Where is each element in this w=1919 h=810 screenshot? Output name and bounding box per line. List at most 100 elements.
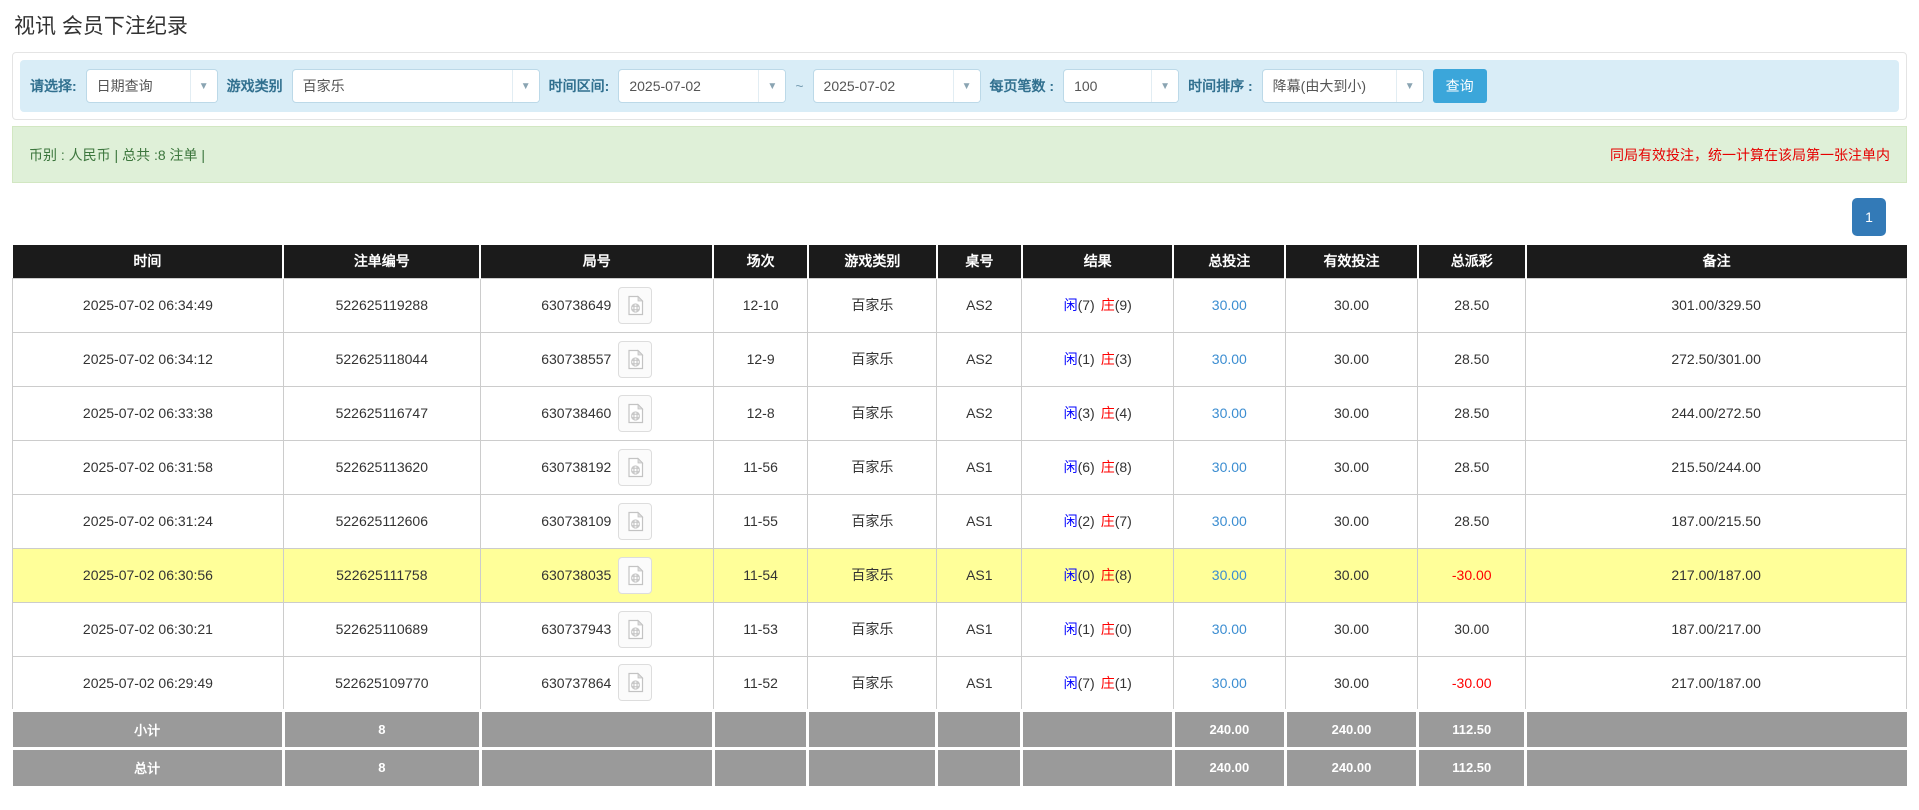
video-replay-button[interactable] bbox=[618, 503, 652, 540]
page-size-label: 每页笔数 : bbox=[990, 76, 1055, 96]
chevron-down-icon[interactable]: ▼ bbox=[512, 70, 539, 102]
header-total-bet: 总投注 bbox=[1173, 245, 1285, 278]
video-file-icon bbox=[626, 672, 645, 693]
result-player-label: 闲 bbox=[1064, 567, 1078, 583]
total-bet-link[interactable]: 30.00 bbox=[1212, 513, 1247, 529]
video-replay-button[interactable] bbox=[618, 341, 652, 378]
cell-result: 闲(2)庄(7) bbox=[1022, 494, 1174, 548]
video-replay-button[interactable] bbox=[618, 611, 652, 648]
empty-cell bbox=[1526, 748, 1907, 786]
total-bet-link[interactable]: 30.00 bbox=[1212, 459, 1247, 475]
subtotal-payout: 112.50 bbox=[1418, 710, 1526, 748]
date-from-select[interactable]: 2025-07-02 ▼ bbox=[618, 69, 786, 103]
table-row: 2025-07-02 06:34:12 522625118044 6307385… bbox=[13, 332, 1907, 386]
header-bet-id: 注单编号 bbox=[283, 245, 480, 278]
total-bet-link[interactable]: 30.00 bbox=[1212, 297, 1247, 313]
date-to-select[interactable]: 2025-07-02 ▼ bbox=[813, 69, 981, 103]
cell-session: 12-8 bbox=[713, 386, 808, 440]
cell-bet-id: 522625111758 bbox=[283, 548, 480, 602]
video-replay-button[interactable] bbox=[618, 557, 652, 594]
cell-game-type: 百家乐 bbox=[808, 440, 937, 494]
round-no-text: 630738557 bbox=[541, 351, 611, 367]
cell-table-no: AS1 bbox=[937, 440, 1022, 494]
page-size-select[interactable]: 100 ▼ bbox=[1063, 69, 1179, 103]
video-replay-button[interactable] bbox=[618, 449, 652, 486]
time-range-label: 时间区间: bbox=[549, 76, 610, 96]
chevron-down-icon[interactable]: ▼ bbox=[1151, 70, 1178, 102]
cell-game-type: 百家乐 bbox=[808, 494, 937, 548]
chevron-down-icon[interactable]: ▼ bbox=[758, 70, 785, 102]
cell-note: 217.00/187.00 bbox=[1526, 548, 1907, 602]
empty-cell bbox=[480, 710, 713, 748]
cell-game-type: 百家乐 bbox=[808, 656, 937, 710]
cell-valid-bet: 30.00 bbox=[1285, 656, 1418, 710]
result-player-number: (7) bbox=[1078, 297, 1095, 313]
round-no-text: 630738035 bbox=[541, 567, 611, 583]
video-file-icon bbox=[626, 619, 645, 640]
cell-note: 301.00/329.50 bbox=[1526, 278, 1907, 332]
cell-total-bet: 30.00 bbox=[1173, 494, 1285, 548]
cell-note: 272.50/301.00 bbox=[1526, 332, 1907, 386]
cell-round-no: 630737864 bbox=[480, 656, 713, 710]
cell-note: 244.00/272.50 bbox=[1526, 386, 1907, 440]
total-bet-link[interactable]: 30.00 bbox=[1212, 675, 1247, 691]
summary-note: 同局有效投注，统一计算在该局第一张注单内 bbox=[1610, 145, 1890, 165]
date-separator: ~ bbox=[795, 78, 803, 94]
total-bet-link[interactable]: 30.00 bbox=[1212, 351, 1247, 367]
cell-time: 2025-07-02 06:29:49 bbox=[13, 656, 284, 710]
table-row: 2025-07-02 06:33:38 522625116747 6307384… bbox=[13, 386, 1907, 440]
cell-bet-id: 522625119288 bbox=[283, 278, 480, 332]
query-type-select[interactable]: 日期查询 ▼ bbox=[86, 69, 218, 103]
total-bet-link[interactable]: 30.00 bbox=[1212, 405, 1247, 421]
cell-session: 11-56 bbox=[713, 440, 808, 494]
result-player-label: 闲 bbox=[1064, 675, 1078, 691]
cell-round-no: 630738192 bbox=[480, 440, 713, 494]
cell-valid-bet: 30.00 bbox=[1285, 278, 1418, 332]
sort-select[interactable]: 降幕(由大到小) ▼ bbox=[1262, 69, 1424, 103]
summary-currency-count: 币别 : 人民币 | 总共 :8 注单 | bbox=[29, 145, 205, 165]
chevron-down-icon[interactable]: ▼ bbox=[953, 70, 980, 102]
video-file-icon bbox=[626, 349, 645, 370]
total-bet-link[interactable]: 30.00 bbox=[1212, 621, 1247, 637]
video-replay-button[interactable] bbox=[618, 287, 652, 324]
chevron-down-icon[interactable]: ▼ bbox=[1396, 70, 1423, 102]
header-payout: 总派彩 bbox=[1418, 245, 1526, 278]
header-note: 备注 bbox=[1526, 245, 1907, 278]
cell-table-no: AS1 bbox=[937, 548, 1022, 602]
page-1-button[interactable]: 1 bbox=[1852, 198, 1886, 236]
result-player-number: (1) bbox=[1078, 621, 1095, 637]
header-result: 结果 bbox=[1022, 245, 1174, 278]
game-type-value: 百家乐 bbox=[293, 70, 512, 102]
cell-table-no: AS2 bbox=[937, 278, 1022, 332]
video-replay-button[interactable] bbox=[618, 664, 652, 701]
total-bet-link[interactable]: 30.00 bbox=[1212, 567, 1247, 583]
result-player-label: 闲 bbox=[1064, 621, 1078, 637]
cell-game-type: 百家乐 bbox=[808, 332, 937, 386]
result-player-number: (0) bbox=[1078, 567, 1095, 583]
page-title: 视讯 会员下注纪录 bbox=[14, 10, 1907, 40]
cell-game-type: 百家乐 bbox=[808, 602, 937, 656]
round-no-text: 630737864 bbox=[541, 675, 611, 691]
search-button[interactable]: 查询 bbox=[1433, 69, 1487, 103]
table-header: 时间 注单编号 局号 场次 游戏类别 桌号 结果 总投注 有效投注 总派彩 备注 bbox=[13, 245, 1907, 278]
result-banker-number: (3) bbox=[1115, 351, 1132, 367]
result-banker-number: (9) bbox=[1115, 297, 1132, 313]
video-file-icon bbox=[626, 457, 645, 478]
result-banker-number: (1) bbox=[1115, 675, 1132, 691]
grand-total-payout: 112.50 bbox=[1418, 748, 1526, 786]
cell-time: 2025-07-02 06:34:49 bbox=[13, 278, 284, 332]
cell-round-no: 630737943 bbox=[480, 602, 713, 656]
chevron-down-icon[interactable]: ▼ bbox=[190, 70, 217, 102]
cell-bet-id: 522625110689 bbox=[283, 602, 480, 656]
result-banker-label: 庄 bbox=[1101, 621, 1115, 637]
result-banker-label: 庄 bbox=[1101, 513, 1115, 529]
result-banker-label: 庄 bbox=[1101, 351, 1115, 367]
subtotal-total-bet: 240.00 bbox=[1173, 710, 1285, 748]
result-player-number: (3) bbox=[1078, 405, 1095, 421]
cell-session: 11-55 bbox=[713, 494, 808, 548]
empty-cell bbox=[1526, 710, 1907, 748]
video-replay-button[interactable] bbox=[618, 395, 652, 432]
game-type-select[interactable]: 百家乐 ▼ bbox=[292, 69, 540, 103]
result-player-number: (7) bbox=[1078, 675, 1095, 691]
cell-total-bet: 30.00 bbox=[1173, 602, 1285, 656]
